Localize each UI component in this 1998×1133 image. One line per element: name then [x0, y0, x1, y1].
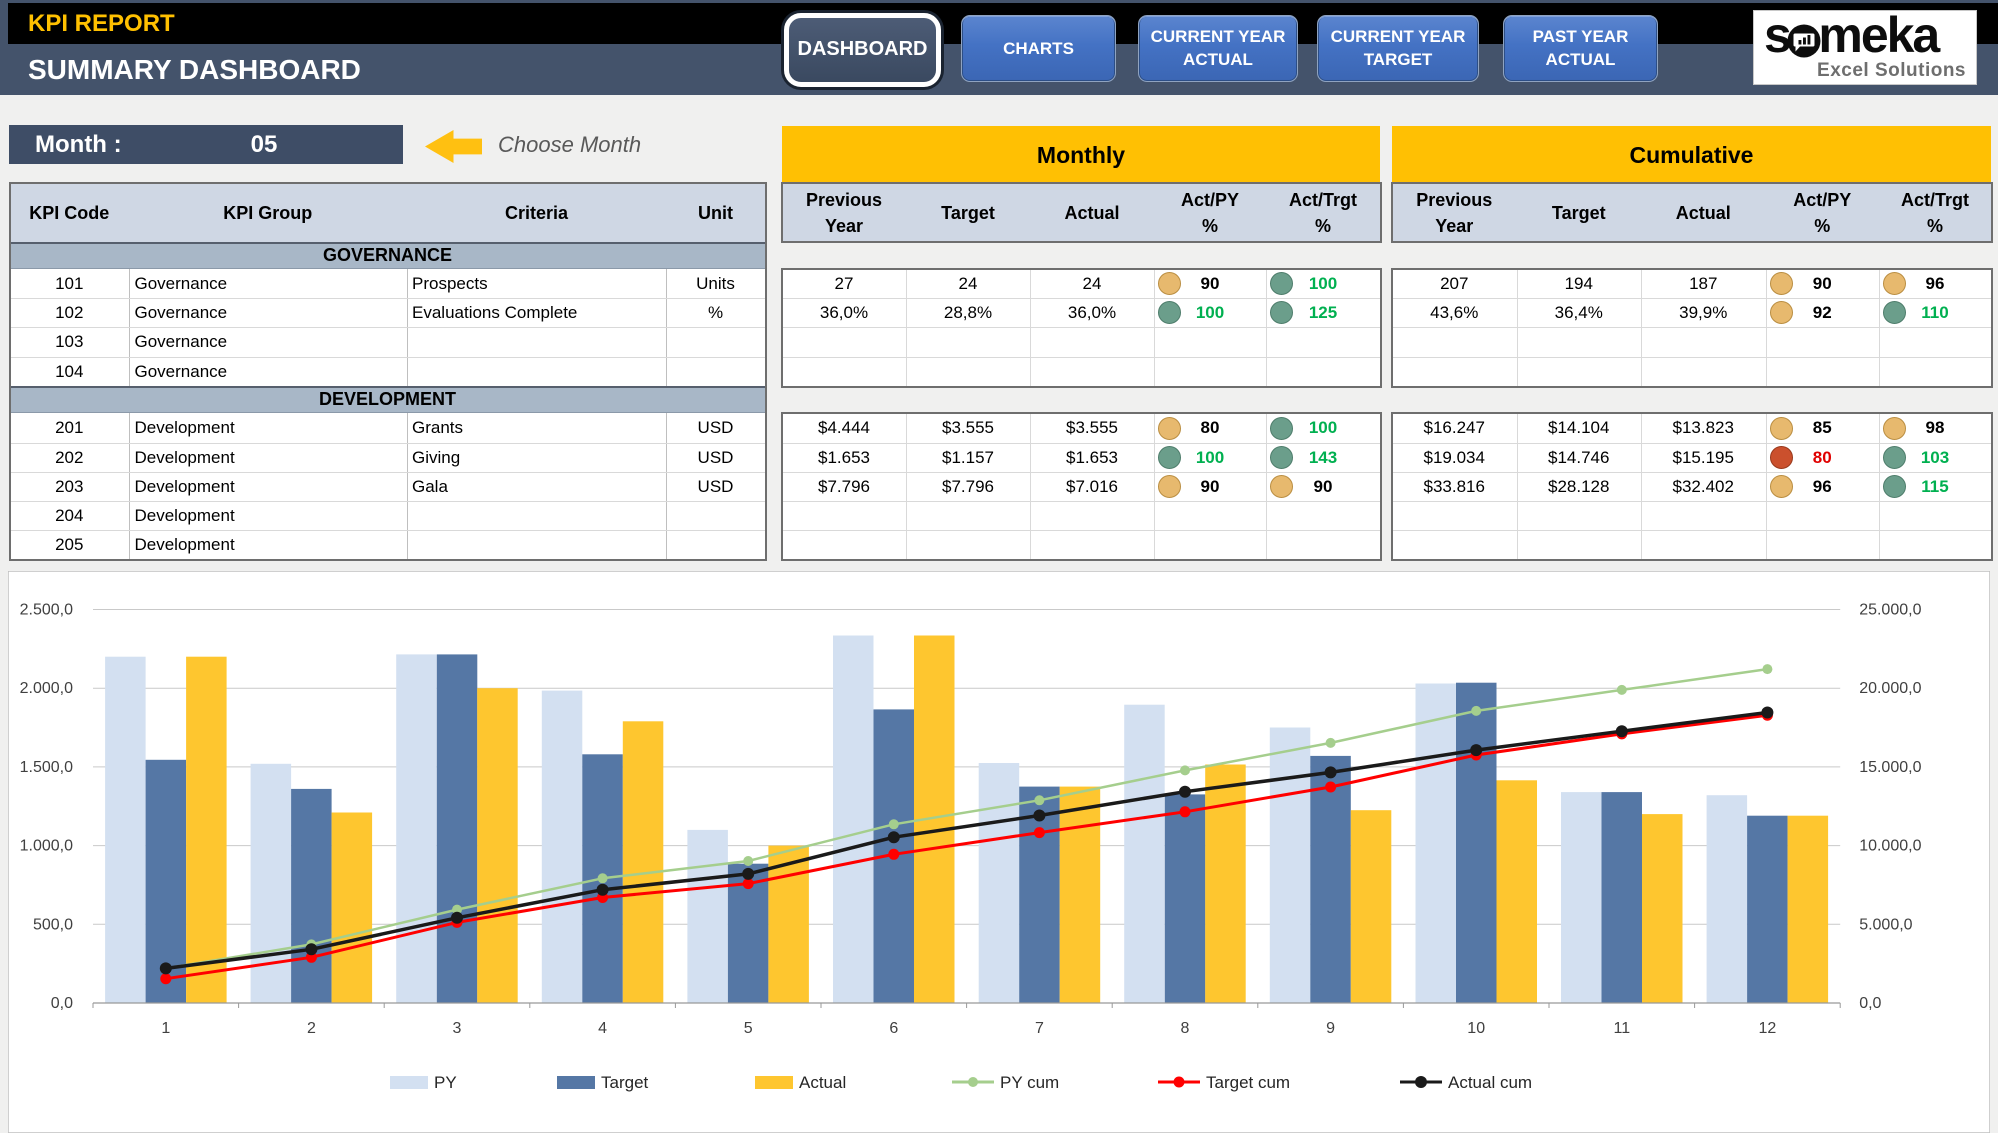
svg-text:Target cum: Target cum — [1206, 1073, 1290, 1092]
svg-text:Actual: Actual — [799, 1073, 846, 1092]
svg-text:1.000,0: 1.000,0 — [20, 838, 73, 855]
svg-text:8: 8 — [1181, 1020, 1190, 1037]
svg-text:2.000,0: 2.000,0 — [20, 680, 73, 697]
svg-text:10.000,0: 10.000,0 — [1859, 838, 1921, 855]
svg-text:Actual cum: Actual cum — [1448, 1073, 1532, 1092]
svg-text:12: 12 — [1759, 1020, 1777, 1037]
svg-text:4: 4 — [598, 1020, 607, 1037]
svg-text:PY cum: PY cum — [1000, 1073, 1059, 1092]
svg-text:10: 10 — [1467, 1020, 1485, 1037]
svg-text:15.000,0: 15.000,0 — [1859, 759, 1921, 776]
svg-text:3: 3 — [453, 1020, 462, 1037]
svg-text:5.000,0: 5.000,0 — [1859, 916, 1912, 933]
svg-text:9: 9 — [1326, 1020, 1335, 1037]
svg-text:0,0: 0,0 — [51, 995, 73, 1012]
svg-text:11: 11 — [1613, 1020, 1630, 1037]
svg-text:2: 2 — [307, 1020, 316, 1037]
svg-text:7: 7 — [1035, 1020, 1044, 1037]
svg-text:Target: Target — [601, 1073, 649, 1092]
svg-text:1: 1 — [161, 1020, 170, 1037]
svg-text:25.000,0: 25.000,0 — [1859, 602, 1921, 619]
svg-text:2.500,0: 2.500,0 — [20, 602, 73, 619]
svg-text:0,0: 0,0 — [1859, 995, 1881, 1012]
svg-text:1.500,0: 1.500,0 — [20, 759, 73, 776]
svg-text:20.000,0: 20.000,0 — [1859, 680, 1921, 697]
svg-text:PY: PY — [434, 1073, 457, 1092]
svg-text:500,0: 500,0 — [33, 916, 73, 933]
svg-text:5: 5 — [744, 1020, 753, 1037]
svg-text:6: 6 — [889, 1020, 898, 1037]
